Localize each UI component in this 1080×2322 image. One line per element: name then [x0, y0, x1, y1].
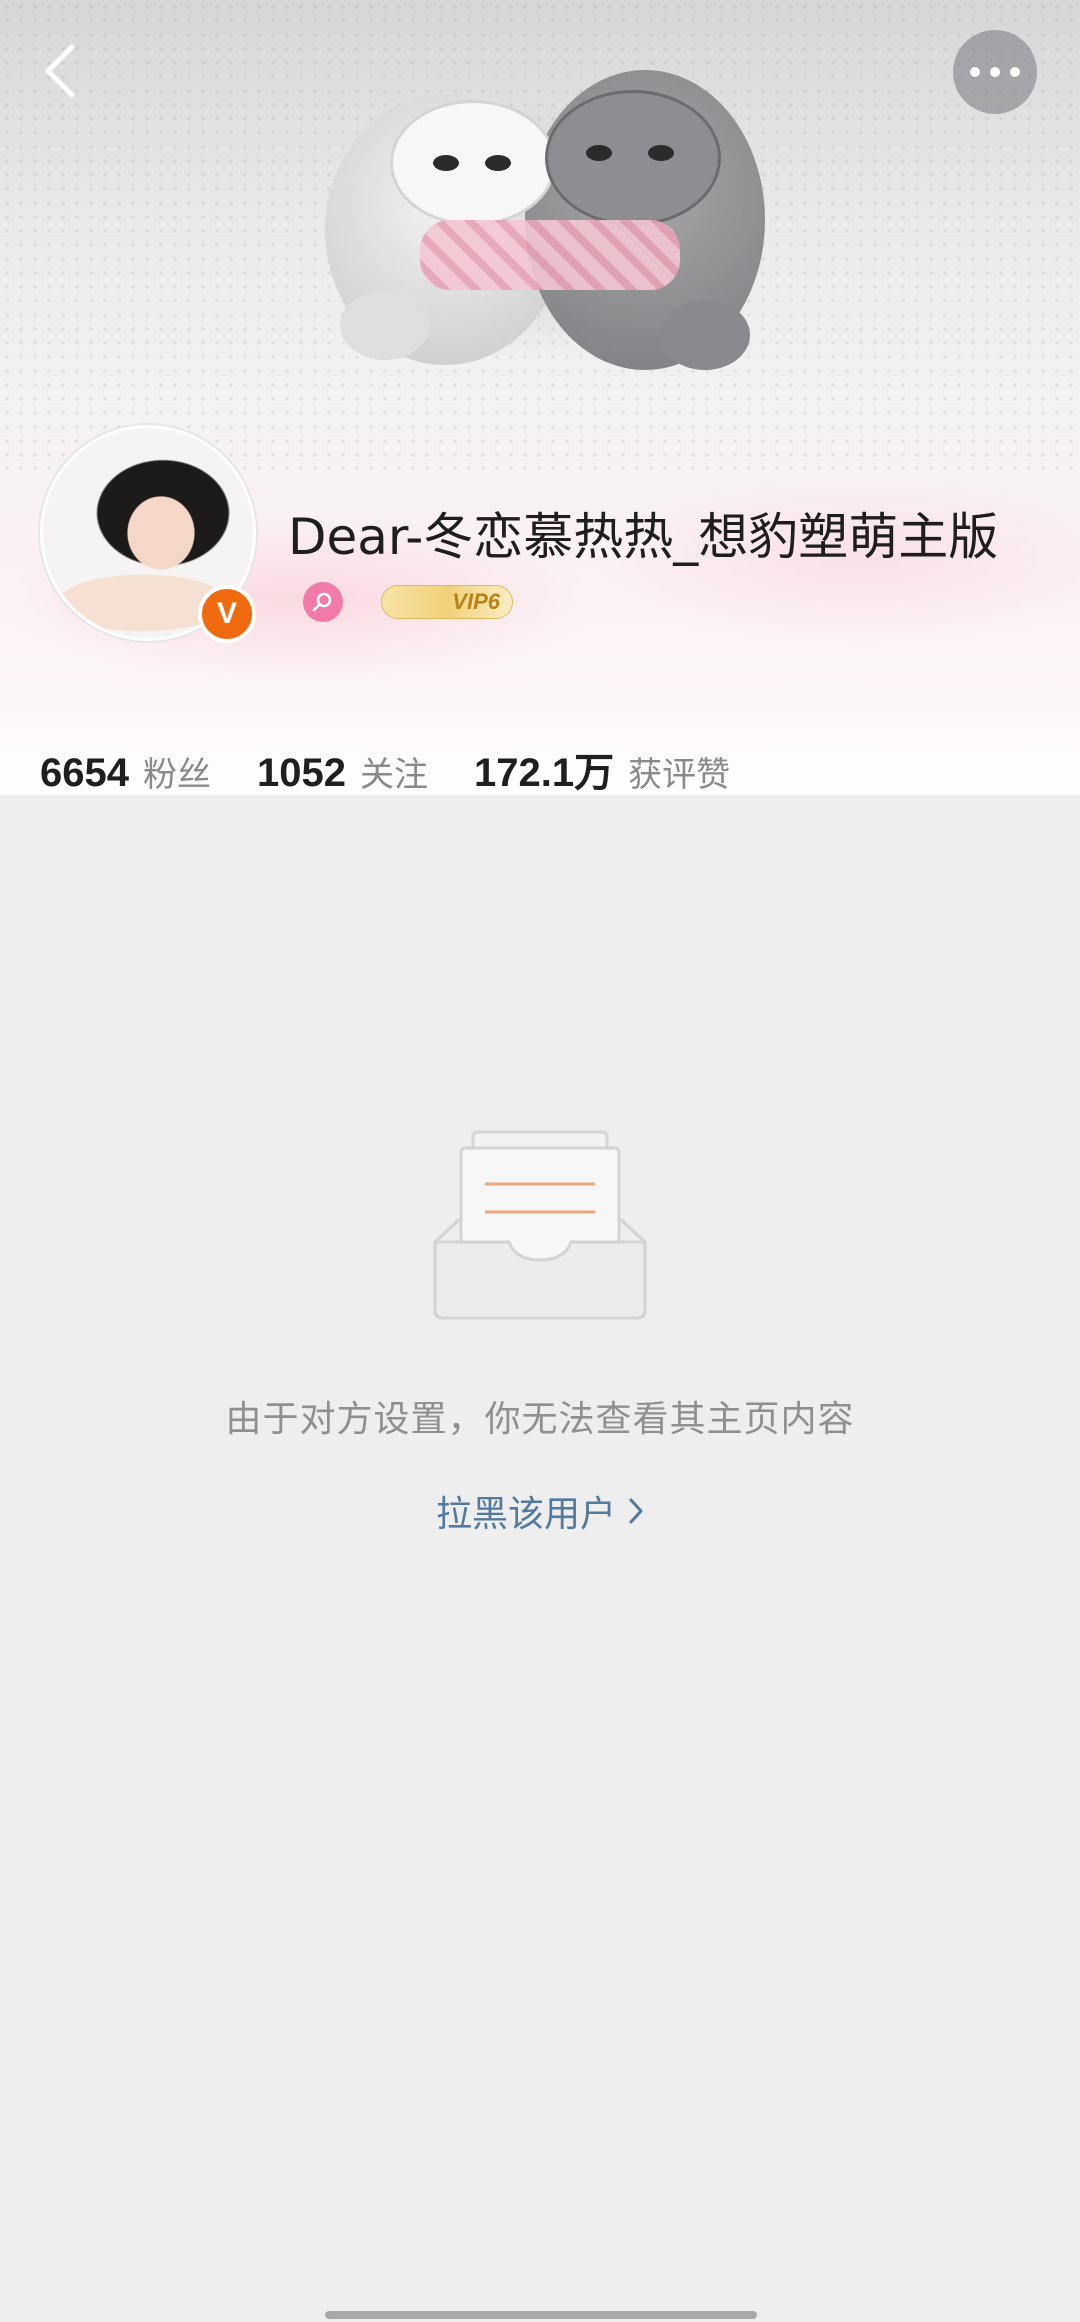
- chevron-left-icon: [45, 44, 75, 98]
- banner-pink-scarf: [420, 220, 680, 290]
- verified-badge: V: [198, 585, 256, 643]
- female-icon: [303, 582, 343, 622]
- username: Dear-冬恋慕热热_想豹塑萌主版: [288, 508, 999, 566]
- banner-white-bear-head: [390, 100, 556, 226]
- vip-badge[interactable]: VIP6: [381, 585, 513, 619]
- stat-value: 172.1万: [473, 751, 615, 795]
- stat-value: 1052: [256, 751, 346, 795]
- stat-label: 关注: [359, 755, 428, 795]
- stat-label: 粉丝: [142, 755, 211, 795]
- stat-followers[interactable]: 6654 粉丝: [40, 747, 211, 795]
- block-user-label: 拉黑该用户: [435, 1494, 616, 1535]
- profile-header: V Dear-冬恋慕热热_想豹塑萌主版 VIP6 6654 粉丝 1052 关注…: [0, 0, 1080, 795]
- stats-bar: 6654 粉丝 1052 关注 172.1万 获评赞: [40, 740, 776, 795]
- empty-inbox-icon: [433, 1130, 647, 1320]
- banner-bear-foot: [340, 290, 430, 360]
- chevron-right-icon: [629, 1498, 643, 1524]
- vip-label: VIP6: [452, 589, 500, 614]
- private-profile-message: 由于对方设置，你无法查看其主页内容: [225, 1399, 855, 1440]
- banner-cat-foot: [660, 300, 750, 370]
- stat-likes: 172.1万 获评赞: [474, 740, 730, 795]
- stat-label: 获评赞: [628, 755, 731, 795]
- banner-grey-cat-head: [545, 90, 721, 226]
- more-options-button[interactable]: [953, 30, 1037, 114]
- more-dots-icon: [970, 67, 1020, 77]
- back-button[interactable]: [30, 36, 90, 106]
- stat-following[interactable]: 1052 关注: [257, 747, 428, 795]
- user-badges: VIP6: [303, 580, 513, 624]
- avatar[interactable]: V: [40, 425, 256, 643]
- home-indicator[interactable]: [325, 2311, 757, 2319]
- block-user-link[interactable]: 拉黑该用户: [0, 1485, 1080, 1537]
- stat-value: 6654: [40, 751, 129, 795]
